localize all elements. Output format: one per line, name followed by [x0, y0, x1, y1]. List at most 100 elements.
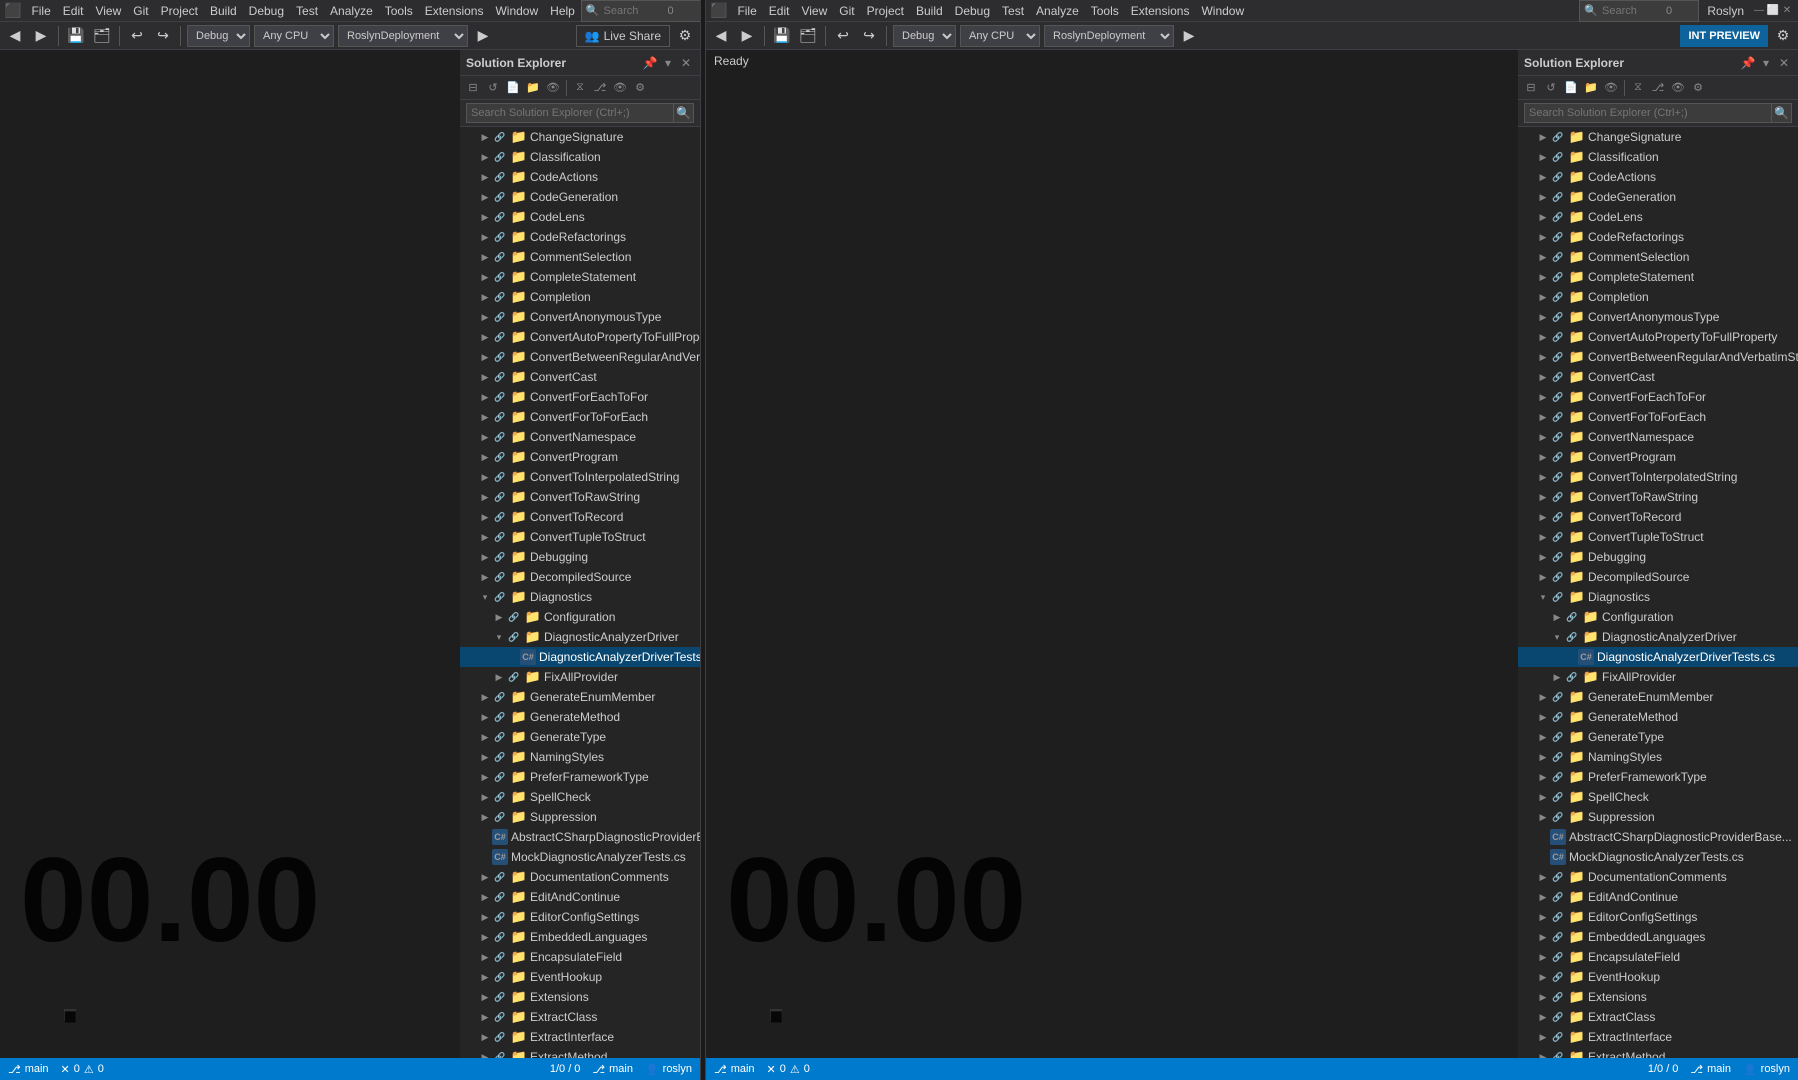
tree-item-codegeneration[interactable]: ▶ 🔗 📁 CodeGeneration	[1518, 187, 1798, 207]
tree-item-commentselection[interactable]: ▶ 🔗 📁 CommentSelection	[460, 247, 700, 267]
tree-item-convertcast[interactable]: ▶ 🔗 📁 ConvertCast	[460, 367, 700, 387]
expand-icon[interactable]: ▶	[1536, 1050, 1550, 1058]
tree-item-generatemethod[interactable]: ▶ 🔗 📁 GenerateMethod	[1518, 707, 1798, 727]
tree-item-encapsulatefield[interactable]: ▶ 🔗 📁 EncapsulateField	[1518, 947, 1798, 967]
undo-btn-left[interactable]: ↩	[126, 25, 148, 47]
menu-edit-right[interactable]: Edit	[763, 2, 796, 20]
settings-btn-right[interactable]: ⚙	[1772, 25, 1794, 47]
tree-item-editandcontinue[interactable]: ▶ 🔗 📁 EditAndContinue	[1518, 887, 1798, 907]
expand-icon[interactable]: ▶	[478, 150, 492, 164]
tree-item-extractclass[interactable]: ▶ 🔗 📁 ExtractClass	[1518, 1007, 1798, 1027]
status-branch-right[interactable]: main	[731, 1063, 755, 1075]
int-preview-btn-right[interactable]: INT PREVIEW	[1680, 25, 1768, 47]
expand-icon[interactable]: ▶	[478, 450, 492, 464]
expand-icon[interactable]: ▶	[478, 330, 492, 344]
tree-item-converttointerpolatedstring[interactable]: ▶ 🔗 📁 ConvertToInterpolatedString	[1518, 467, 1798, 487]
tree-item-diagnosticanalyzerdrivertests[interactable]: C# DiagnosticAnalyzerDriverTests.cs	[1518, 647, 1798, 667]
tree-item-changesignature[interactable]: ▶ 🔗 📁 ChangeSignature	[1518, 127, 1798, 147]
expand-icon[interactable]: ▶	[478, 1030, 492, 1044]
tree-item-extractmethod[interactable]: ▶ 🔗 📁 ExtractMethod	[460, 1047, 700, 1058]
expand-icon[interactable]: ▶	[478, 350, 492, 364]
expand-icon[interactable]: ▶	[478, 730, 492, 744]
tree-item-diagnosticanalyzerdrivertests[interactable]: C# DiagnosticAnalyzerDriverTests.cs	[460, 647, 700, 667]
toolbar-btn-2-left[interactable]: ▶	[30, 25, 52, 47]
expand-icon[interactable]: ▶	[1536, 1030, 1550, 1044]
expand-icon[interactable]: ▶	[478, 170, 492, 184]
expand-icon[interactable]: ▶	[1536, 290, 1550, 304]
expand-icon[interactable]: ▶	[1536, 1010, 1550, 1024]
tree-item-preferframeworktype[interactable]: ▶ 🔗 📁 PreferFrameworkType	[1518, 767, 1798, 787]
menu-tools-right[interactable]: Tools	[1085, 2, 1125, 20]
save-all-btn-left[interactable]: 🗂	[91, 25, 113, 47]
tree-item-editorconfigsettings[interactable]: ▶ 🔗 📁 EditorConfigSettings	[460, 907, 700, 927]
run-btn-left[interactable]: ▶	[472, 25, 494, 47]
se-collapse-left[interactable]: ⊟	[464, 79, 482, 97]
se-close-right[interactable]: ✕	[1776, 55, 1792, 71]
tree-item-preferframeworktype[interactable]: ▶ 🔗 📁 PreferFrameworkType	[460, 767, 700, 787]
tree-item-convertfortoforeach[interactable]: ▶ 🔗 📁 ConvertForToForEach	[1518, 407, 1798, 427]
se-new-file-right[interactable]: 📄	[1562, 79, 1580, 97]
cpu-select-right[interactable]: Any CPU	[960, 25, 1040, 47]
tree-item-convertnamespace[interactable]: ▶ 🔗 📁 ConvertNamespace	[1518, 427, 1798, 447]
se-close-left[interactable]: ✕	[678, 55, 694, 71]
se-show-all-left[interactable]: 👁	[544, 79, 562, 97]
tree-item-generateenummember[interactable]: ▶ 🔗 📁 GenerateEnumMember	[1518, 687, 1798, 707]
expand-icon[interactable]: ▶	[492, 610, 506, 624]
run-btn-right[interactable]: ▶	[1178, 25, 1200, 47]
menu-test-right[interactable]: Test	[996, 2, 1030, 20]
config-select-right[interactable]: Debug	[893, 25, 956, 47]
expand-icon[interactable]: ▶	[1536, 170, 1550, 184]
toolbar-btn-1-right[interactable]: ◀	[710, 25, 732, 47]
se-search-input-left[interactable]	[466, 103, 674, 123]
expand-icon[interactable]: ▶	[478, 950, 492, 964]
expand-icon[interactable]: ▶	[1536, 790, 1550, 804]
se-git-right[interactable]: ⎇	[1649, 79, 1667, 97]
tree-item-codegeneration[interactable]: ▶ 🔗 📁 CodeGeneration	[460, 187, 700, 207]
expand-icon[interactable]: ▶	[1536, 750, 1550, 764]
tree-item-convertforeachtofor[interactable]: ▶ 🔗 📁 ConvertForEachToFor	[460, 387, 700, 407]
expand-icon[interactable]: ▶	[1536, 570, 1550, 584]
tree-item-suppression[interactable]: ▶ 🔗 📁 Suppression	[460, 807, 700, 827]
se-pin-left[interactable]: 📌	[642, 55, 658, 71]
tree-item-coderefactorings[interactable]: ▶ 🔗 📁 CodeRefactorings	[1518, 227, 1798, 247]
expand-icon[interactable]: ▶	[478, 370, 492, 384]
se-search-btn-left[interactable]: 🔍	[674, 103, 694, 123]
tree-item-convertbetweenregularandverbatimstring[interactable]: ▶ 🔗 📁 ConvertBetweenRegularAndVerbatimSt…	[460, 347, 700, 367]
tree-item-spellcheck[interactable]: ▶ 🔗 📁 SpellCheck	[1518, 787, 1798, 807]
tree-item-completestatement[interactable]: ▶ 🔗 📁 CompleteStatement	[1518, 267, 1798, 287]
expand-icon[interactable]: ▶	[478, 690, 492, 704]
expand-icon[interactable]: ▶	[478, 530, 492, 544]
tree-item-codelens[interactable]: ▶ 🔗 📁 CodeLens	[1518, 207, 1798, 227]
menu-extensions-right[interactable]: Extensions	[1125, 2, 1196, 20]
expand-icon[interactable]: ▶	[478, 270, 492, 284]
expand-icon[interactable]: ▶	[1536, 330, 1550, 344]
tree-item-extractmethod[interactable]: ▶ 🔗 📁 ExtractMethod	[1518, 1047, 1798, 1058]
expand-icon[interactable]: ▶	[478, 770, 492, 784]
expand-icon[interactable]: ▶	[1536, 410, 1550, 424]
expand-icon[interactable]: ▶	[478, 430, 492, 444]
expand-icon[interactable]: ▶	[1536, 970, 1550, 984]
expand-icon[interactable]: ▶	[1536, 370, 1550, 384]
expand-icon[interactable]: ▶	[1536, 510, 1550, 524]
se-refresh-left[interactable]: ↺	[484, 79, 502, 97]
tree-item-fixallprovider[interactable]: ▶ 🔗 📁 FixAllProvider	[460, 667, 700, 687]
expand-icon[interactable]: ▶	[478, 390, 492, 404]
se-dropdown-left[interactable]: ▾	[660, 55, 676, 71]
tree-item-coderefactorings[interactable]: ▶ 🔗 📁 CodeRefactorings	[460, 227, 700, 247]
se-filter-right[interactable]: ⧖	[1629, 79, 1647, 97]
tree-item-eventhookup[interactable]: ▶ 🔗 📁 EventHookup	[460, 967, 700, 987]
expand-icon[interactable]: ▶	[478, 510, 492, 524]
expand-icon[interactable]: ▶	[1536, 130, 1550, 144]
tree-item-decompiledsource[interactable]: ▶ 🔗 📁 DecompiledSource	[460, 567, 700, 587]
tree-item-debugging[interactable]: ▶ 🔗 📁 Debugging	[1518, 547, 1798, 567]
save-all-btn-right[interactable]: 🗂	[797, 25, 819, 47]
tree-item-decompiledsource[interactable]: ▶ 🔗 📁 DecompiledSource	[1518, 567, 1798, 587]
expand-icon[interactable]: ▶	[1536, 730, 1550, 744]
menu-analyze-left[interactable]: Analyze	[324, 2, 379, 20]
expand-icon[interactable]: ▶	[478, 470, 492, 484]
expand-icon[interactable]: ▶	[478, 210, 492, 224]
expand-icon[interactable]: ▶	[1536, 770, 1550, 784]
tree-item-converttupletostruct[interactable]: ▶ 🔗 📁 ConvertTupleToStruct	[1518, 527, 1798, 547]
menu-debug-right[interactable]: Debug	[949, 2, 996, 20]
undo-btn-right[interactable]: ↩	[832, 25, 854, 47]
